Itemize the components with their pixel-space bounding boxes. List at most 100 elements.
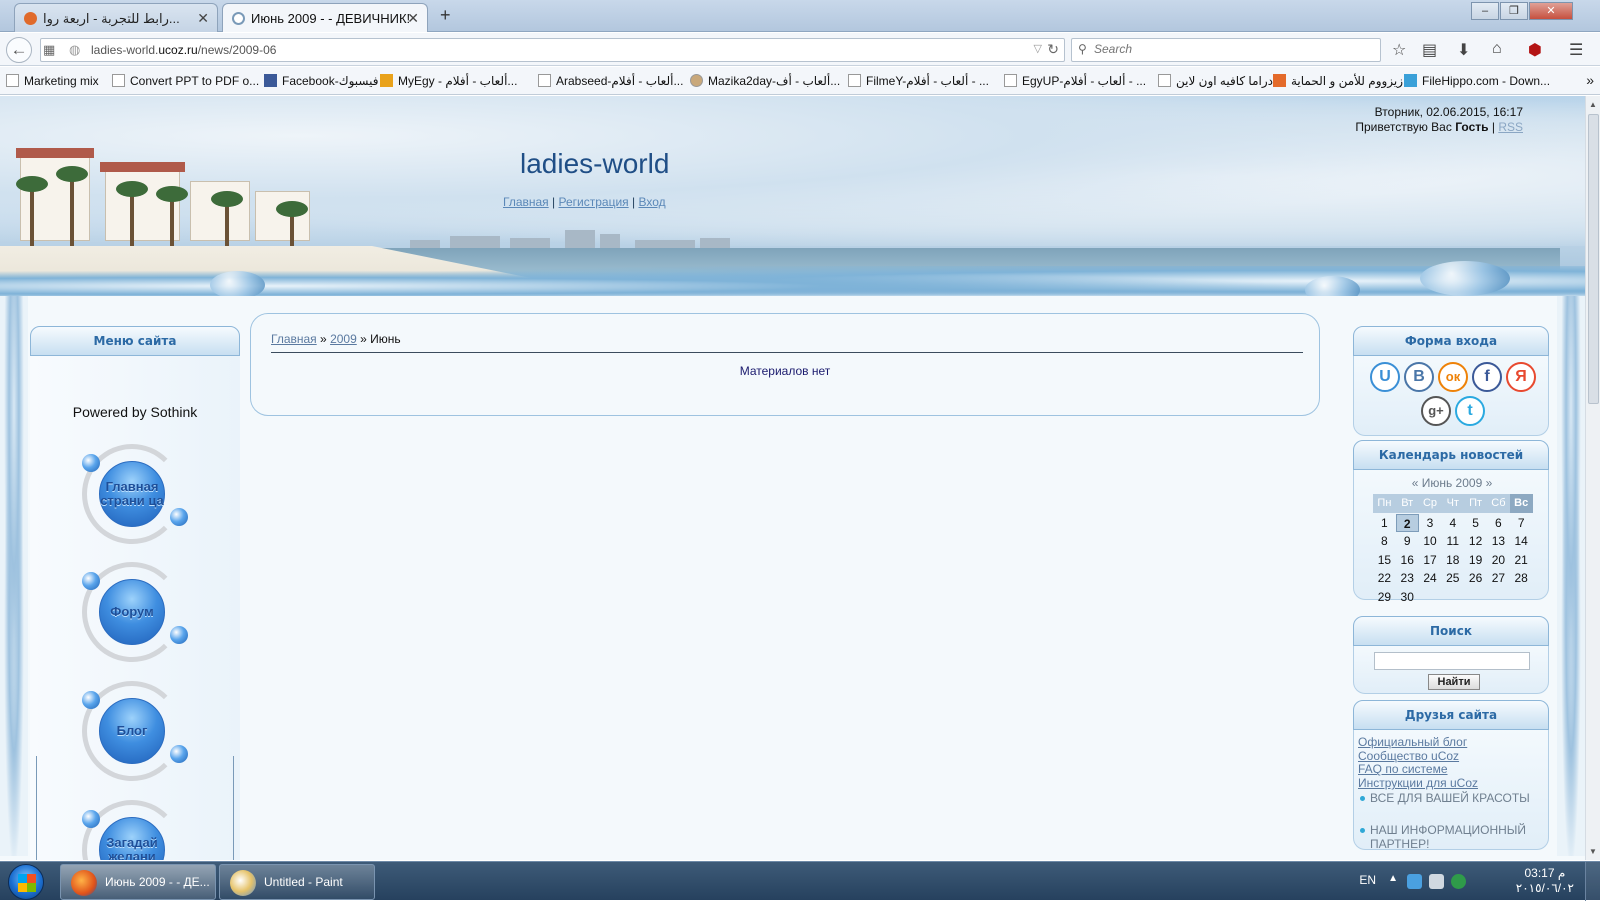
page-scrollbar[interactable]: ▲ ▼: [1585, 96, 1600, 860]
calendar-day[interactable]: 23: [1396, 569, 1419, 588]
calendar-prev-link[interactable]: «: [1412, 476, 1419, 490]
close-tab-icon[interactable]: ✕: [407, 10, 419, 27]
calendar-day[interactable]: 21: [1510, 551, 1533, 570]
bookmark-item[interactable]: Mazika2day-ألعاب - أف...: [690, 74, 840, 88]
friend-link[interactable]: FAQ по системе: [1358, 763, 1548, 777]
calendar-day[interactable]: 9: [1396, 532, 1419, 551]
site-search-input[interactable]: [1374, 652, 1530, 670]
reload-icon[interactable]: ↻: [1047, 41, 1059, 58]
app-tray-icon[interactable]: [1451, 874, 1466, 889]
network-tray-icon[interactable]: [1407, 874, 1422, 889]
calendar-day[interactable]: 7: [1510, 514, 1533, 533]
calendar-day[interactable]: 3: [1419, 514, 1442, 533]
nav-home-link[interactable]: Главная: [503, 195, 549, 209]
bookmarks-overflow-icon[interactable]: »: [1586, 72, 1594, 88]
maximize-button[interactable]: ❐: [1500, 2, 1528, 20]
browser-tab-2[interactable]: Июнь 2009 - - ДЕВИЧНИК! ✕: [222, 3, 428, 32]
yandex-icon[interactable]: Я: [1506, 362, 1536, 392]
calendar-day[interactable]: 24: [1419, 569, 1442, 588]
bookmark-item[interactable]: دراما كافيه اون لاين: [1158, 74, 1273, 88]
ucoz-icon[interactable]: U: [1370, 362, 1400, 392]
calendar-day[interactable]: 1: [1373, 514, 1396, 533]
friend-item[interactable]: НАШ ИНФОРМАЦИОННЫЙ ПАРТНЕР!: [1358, 823, 1548, 851]
friend-item[interactable]: ВСЕ ДЛЯ ВАШЕЙ КРАСОТЫ: [1358, 791, 1548, 805]
calendar-day[interactable]: 11: [1441, 532, 1464, 551]
calendar-day[interactable]: 25: [1441, 569, 1464, 588]
bookmark-item[interactable]: Marketing mix: [6, 74, 99, 88]
calendar-day[interactable]: 29: [1373, 588, 1396, 607]
bookmark-item[interactable]: MyEgy - ألعاب - أفلام...: [380, 74, 517, 88]
friend-link[interactable]: Инструкции для uCoz: [1358, 776, 1548, 791]
google-plus-icon[interactable]: g+: [1421, 396, 1451, 426]
friend-link[interactable]: Официальный блог: [1358, 735, 1548, 750]
home-icon[interactable]: ⌂: [1492, 40, 1502, 58]
friend-link[interactable]: Сообщество uCoz: [1358, 749, 1548, 764]
breadcrumb-home-link[interactable]: Главная: [271, 332, 317, 346]
calendar-next-link[interactable]: »: [1486, 476, 1493, 490]
facebook-icon[interactable]: f: [1472, 362, 1502, 392]
back-button[interactable]: ←: [6, 37, 32, 63]
system-clock[interactable]: 03:17 م ٢٠١٥/٠٦/٠٢: [1516, 866, 1574, 896]
scroll-up-icon[interactable]: ▲: [1589, 100, 1597, 109]
calendar-day[interactable]: 20: [1487, 551, 1510, 570]
menu-forum-button[interactable]: Форум: [82, 562, 188, 662]
nav-register-link[interactable]: Регистрация: [559, 195, 629, 209]
bookmark-item[interactable]: Facebook-فيسبوك: [264, 74, 378, 88]
calendar-day[interactable]: 8: [1373, 532, 1396, 551]
calendar-day[interactable]: 16: [1396, 551, 1419, 570]
rss-link[interactable]: RSS: [1498, 120, 1523, 134]
address-bar[interactable]: ▦ ◍ ladies-world.ucoz.ru/news/2009-06 ▽ …: [40, 38, 1065, 62]
calendar-day[interactable]: 27: [1487, 569, 1510, 588]
twitter-icon[interactable]: t: [1455, 396, 1485, 426]
calendar-day[interactable]: 15: [1373, 551, 1396, 570]
calendar-day[interactable]: 30: [1396, 588, 1419, 607]
start-button[interactable]: [8, 864, 44, 900]
action-center-icon[interactable]: [1429, 874, 1444, 889]
reading-list-icon[interactable]: ▤: [1422, 40, 1437, 60]
breadcrumb-year-link[interactable]: 2009: [330, 332, 357, 346]
language-indicator[interactable]: EN: [1359, 873, 1376, 887]
nav-login-link[interactable]: Вход: [638, 195, 665, 209]
new-tab-icon[interactable]: +: [440, 5, 451, 26]
menu-home-button[interactable]: Главная страни ца: [82, 444, 188, 544]
scrollbar-thumb[interactable]: [1588, 114, 1599, 404]
adblock-icon[interactable]: ⬢: [1528, 40, 1542, 60]
bookmark-item[interactable]: FilmeY-ألعاب - أفلام - ...: [848, 74, 989, 88]
calendar-day[interactable]: 12: [1464, 532, 1487, 551]
calendar-day[interactable]: 13: [1487, 532, 1510, 551]
bookmark-item[interactable]: EgyUP-ألعاب - أفلام - ...: [1004, 74, 1146, 88]
calendar-day[interactable]: 26: [1464, 569, 1487, 588]
calendar-day-today[interactable]: 2: [1395, 513, 1419, 533]
calendar-day[interactable]: 19: [1464, 551, 1487, 570]
taskbar-paint[interactable]: Untitled - Paint: [219, 864, 375, 900]
calendar-day[interactable]: 14: [1510, 532, 1533, 551]
calendar-day[interactable]: 5: [1464, 514, 1487, 533]
odnoklassniki-icon[interactable]: ок: [1438, 362, 1468, 392]
calendar-day[interactable]: 6: [1487, 514, 1510, 533]
bookmark-item[interactable]: Arabseed-ألعاب - أفلام...: [538, 74, 683, 88]
url-dropdown-icon[interactable]: ▽: [1034, 42, 1042, 55]
bookmark-item[interactable]: Convert PPT to PDF o...: [112, 74, 259, 88]
calendar-day[interactable]: 10: [1419, 532, 1442, 551]
scroll-down-icon[interactable]: ▼: [1589, 847, 1597, 856]
site-search-button[interactable]: Найти: [1428, 674, 1480, 690]
download-icon[interactable]: ⬇: [1457, 40, 1470, 60]
calendar-day[interactable]: 17: [1419, 551, 1442, 570]
calendar-day[interactable]: 4: [1441, 514, 1464, 533]
taskbar-firefox[interactable]: Июнь 2009 - - ДЕ...: [60, 864, 216, 900]
minimize-button[interactable]: –: [1471, 2, 1499, 20]
calendar-day[interactable]: 22: [1373, 569, 1396, 588]
browser-tab-1[interactable]: رابط للتجربة - اربعة روا... ✕: [14, 3, 218, 32]
close-window-button[interactable]: ✕: [1529, 2, 1573, 20]
vk-icon[interactable]: В: [1404, 362, 1434, 392]
bookmark-item[interactable]: FileHippo.com - Down...: [1404, 74, 1550, 88]
bookmark-star-icon[interactable]: ☆: [1392, 40, 1406, 60]
tray-expand-icon[interactable]: ▲: [1388, 873, 1398, 884]
calendar-day[interactable]: 18: [1441, 551, 1464, 570]
menu-icon[interactable]: ☰: [1569, 40, 1583, 60]
calendar-day[interactable]: 28: [1510, 569, 1533, 588]
search-input[interactable]: [1094, 42, 1374, 56]
bookmark-item[interactable]: زيزووم للأمن و الحماية: [1273, 74, 1403, 88]
close-tab-icon[interactable]: ✕: [197, 10, 209, 27]
search-box[interactable]: ⚲: [1071, 38, 1381, 62]
